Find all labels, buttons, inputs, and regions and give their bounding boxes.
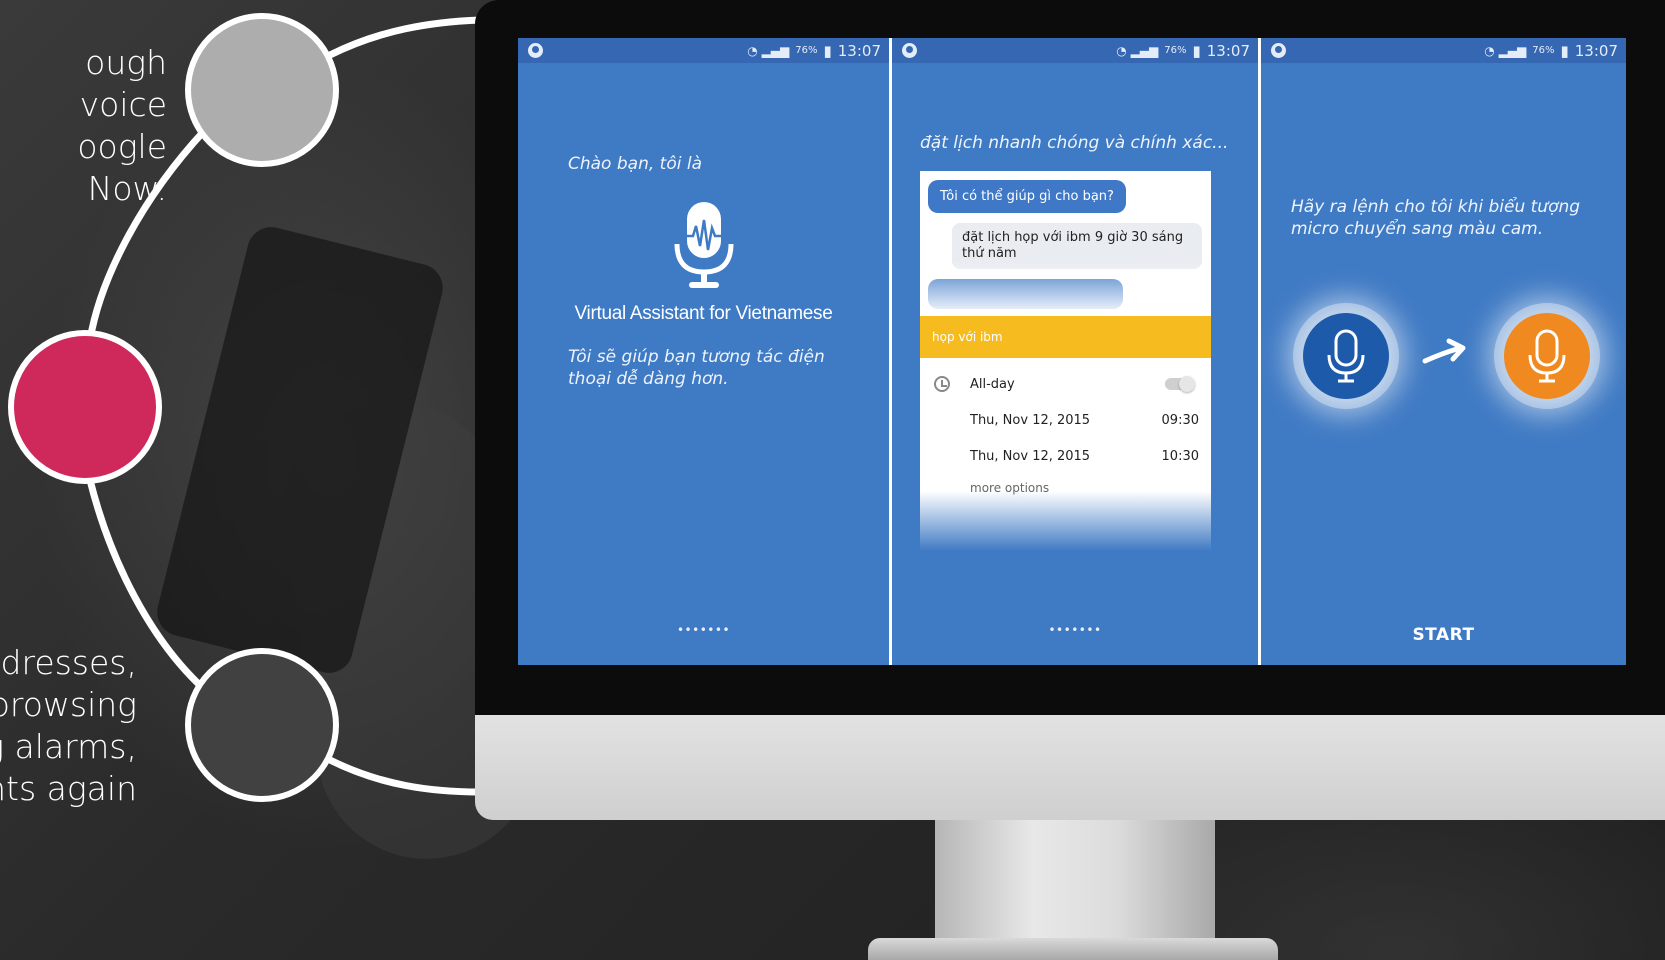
battery-percent: 76% — [1532, 45, 1555, 56]
status-bar: ◔ ▂▄▆ 76% ▮ 13:07 — [1261, 38, 1626, 63]
monitor-screen: ◔ ▂▄▆ 76% ▮ 13:07 Chào bạn, tôi là Virtu… — [518, 38, 1626, 665]
status-time: 13:07 — [1206, 41, 1250, 60]
app-notification-icon — [528, 43, 543, 58]
screenshot-mic-instruction: ◔ ▂▄▆ 76% ▮ 13:07 Hãy ra lệnh cho tôi kh… — [1258, 38, 1626, 665]
page-indicator: ••••••• — [1048, 623, 1102, 637]
instruction-text: Hãy ra lệnh cho tôi khi biểu tượng micro… — [1291, 197, 1581, 239]
battery-icon: ▮ — [823, 41, 832, 60]
monitor-stand-base — [868, 938, 1278, 960]
start-time[interactable]: 09:30 — [1162, 413, 1199, 428]
app-notification-icon — [1271, 43, 1286, 58]
monitor-stand — [935, 820, 1215, 945]
app-notification-icon — [902, 43, 917, 58]
screenshot-welcome: ◔ ▂▄▆ 76% ▮ 13:07 Chào bạn, tôi là Virtu… — [518, 38, 889, 665]
battery-icon: ▮ — [1560, 41, 1569, 60]
microphone-logo-icon — [674, 202, 734, 288]
status-bar: ◔ ▂▄▆ 76% ▮ 13:07 — [892, 38, 1258, 63]
monitor-chin — [475, 715, 1665, 820]
tagline-text: Tôi sẽ giúp bạn tương tác điện thoại dễ … — [568, 347, 825, 389]
all-day-toggle[interactable] — [1165, 376, 1195, 392]
screenshot-scheduling: ◔ ▂▄▆ 76% ▮ 13:07 đặt lịch nhanh chóng v… — [889, 38, 1258, 665]
start-button[interactable]: START — [1261, 625, 1626, 645]
wifi-signal-icon: ◔ ▂▄▆ — [1116, 43, 1159, 58]
end-time[interactable]: 10:30 — [1162, 449, 1199, 464]
microphone-icon — [1327, 329, 1365, 383]
status-time: 13:07 — [1574, 41, 1618, 60]
microphone-idle-button[interactable] — [1303, 313, 1389, 399]
scheduling-heading: đặt lịch nhanh chóng và chính xác... — [920, 133, 1229, 153]
all-day-label: All-day — [970, 377, 1015, 392]
start-date[interactable]: Thu, Nov 12, 2015 — [970, 413, 1090, 428]
card-fade — [920, 491, 1211, 551]
chat-fade — [920, 261, 1211, 316]
timeline-node-bottom[interactable] — [185, 648, 339, 802]
greeting-text: Chào bạn, tôi là — [568, 154, 702, 174]
microphone-icon — [1528, 329, 1566, 383]
battery-percent: 76% — [1164, 45, 1187, 56]
wifi-signal-icon: ◔ ▂▄▆ — [1484, 43, 1527, 58]
timeline-node-active[interactable] — [8, 330, 162, 484]
assistant-question-bubble: Tôi có thể giúp gì cho bạn? — [928, 180, 1126, 213]
battery-percent: 76% — [795, 45, 818, 56]
end-date[interactable]: Thu, Nov 12, 2015 — [970, 449, 1090, 464]
timeline-node-top[interactable] — [185, 13, 339, 167]
page-indicator: ••••••• — [676, 623, 731, 637]
clock-icon — [934, 376, 950, 392]
battery-icon: ▮ — [1192, 41, 1201, 60]
event-title-bar[interactable]: họp với ibm — [920, 316, 1211, 358]
status-time: 13:07 — [837, 41, 881, 60]
assistant-card: Tôi có thể giúp gì cho bạn? đặt lịch họp… — [920, 171, 1211, 551]
microphone-active-button[interactable] — [1504, 313, 1590, 399]
status-bar: ◔ ▂▄▆ 76% ▮ 13:07 — [518, 38, 889, 63]
wifi-signal-icon: ◔ ▂▄▆ — [747, 43, 790, 58]
app-name: Virtual Assistant for Vietnamese — [574, 303, 833, 324]
arrow-right-icon — [1422, 338, 1466, 364]
